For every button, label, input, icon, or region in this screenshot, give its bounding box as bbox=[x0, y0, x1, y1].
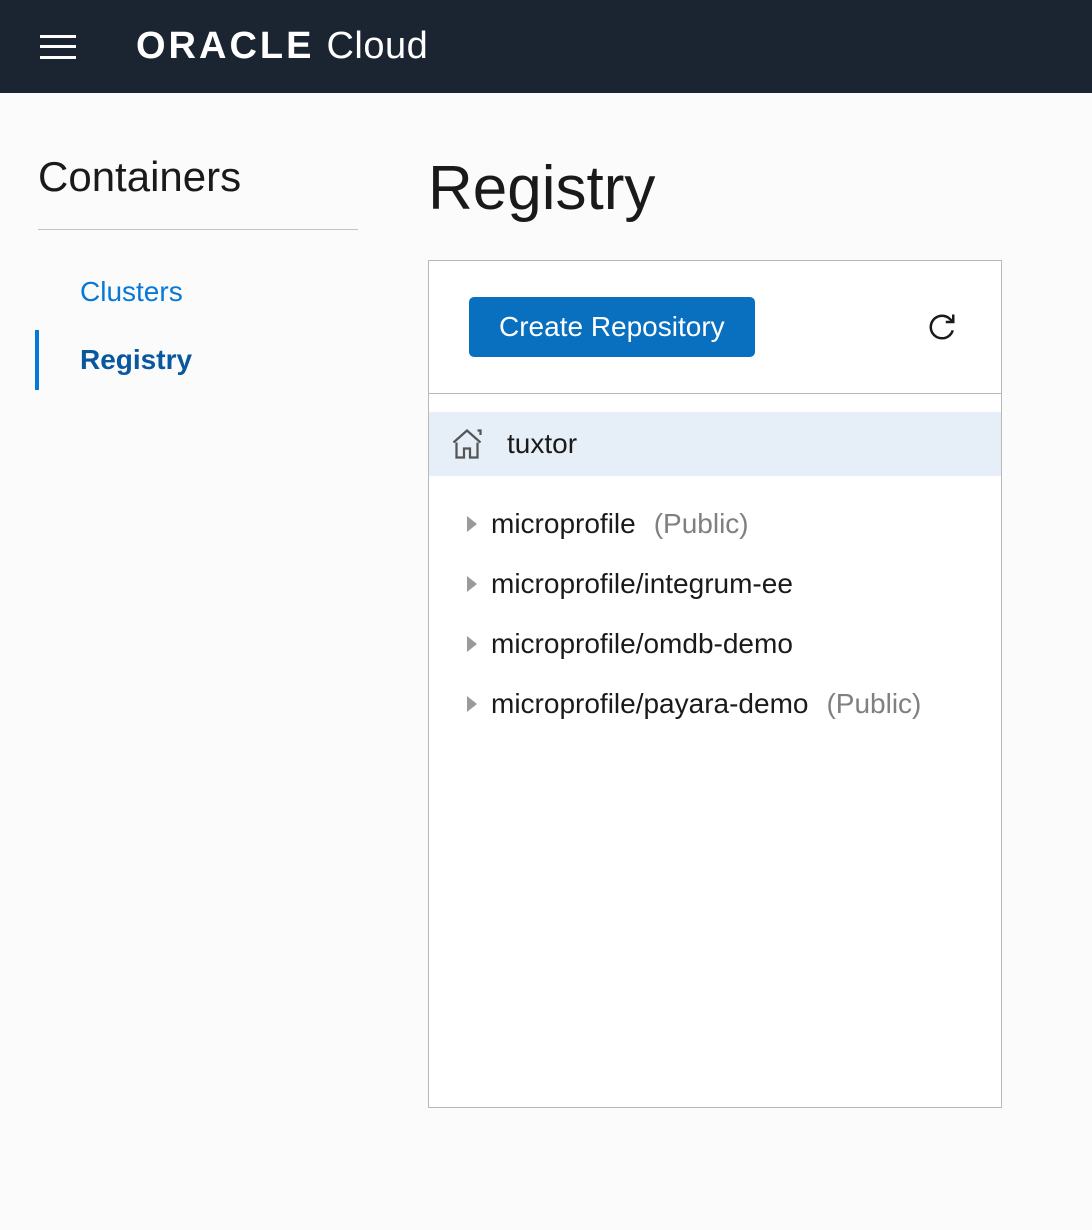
hamburger-menu-icon[interactable] bbox=[40, 35, 76, 59]
sidebar-title: Containers bbox=[38, 153, 358, 230]
namespace-row[interactable]: tuxtor bbox=[429, 412, 1001, 476]
panel-header: Create Repository bbox=[429, 261, 1001, 394]
repository-visibility: (Public) bbox=[654, 508, 749, 540]
repository-item[interactable]: microprofile/omdb-demo bbox=[467, 614, 981, 674]
chevron-right-icon bbox=[467, 516, 477, 532]
sidebar-item-clusters[interactable]: Clusters bbox=[38, 258, 358, 326]
brand-name-bold: ORACLE bbox=[136, 25, 314, 68]
sidebar-item-label: Registry bbox=[80, 344, 192, 375]
sidebar-nav: Clusters Registry bbox=[38, 258, 358, 394]
repository-item[interactable]: microprofile/integrum-ee bbox=[467, 554, 981, 614]
repository-list: microprofile (Public) microprofile/integ… bbox=[429, 494, 1001, 734]
repository-item[interactable]: microprofile/payara-demo (Public) bbox=[467, 674, 981, 734]
main-content: Registry Create Repository bbox=[378, 153, 1092, 1108]
sidebar-item-label: Clusters bbox=[80, 276, 183, 307]
create-repository-button[interactable]: Create Repository bbox=[469, 297, 755, 357]
panel-body: tuxtor microprofile (Public) microprofil… bbox=[429, 394, 1001, 1107]
page-title: Registry bbox=[428, 153, 1002, 224]
repository-name: microprofile bbox=[491, 508, 636, 540]
repository-item[interactable]: microprofile (Public) bbox=[467, 494, 981, 554]
registry-panel: Create Repository bbox=[428, 260, 1002, 1108]
repository-name: microprofile/payara-demo bbox=[491, 688, 808, 720]
app-header: ORACLE Cloud bbox=[0, 0, 1092, 93]
repository-name: microprofile/integrum-ee bbox=[491, 568, 793, 600]
namespace-label: tuxtor bbox=[507, 428, 577, 460]
refresh-icon[interactable] bbox=[923, 308, 961, 346]
repository-name: microprofile/omdb-demo bbox=[491, 628, 793, 660]
repository-visibility: (Public) bbox=[826, 688, 921, 720]
sidebar-item-registry[interactable]: Registry bbox=[38, 326, 358, 394]
chevron-right-icon bbox=[467, 696, 477, 712]
main-layout: Containers Clusters Registry Registry Cr… bbox=[0, 93, 1092, 1108]
home-icon bbox=[449, 426, 485, 462]
brand-name-light: Cloud bbox=[326, 25, 428, 68]
chevron-right-icon bbox=[467, 576, 477, 592]
sidebar: Containers Clusters Registry bbox=[38, 153, 378, 1108]
brand-logo: ORACLE Cloud bbox=[136, 25, 428, 68]
chevron-right-icon bbox=[467, 636, 477, 652]
